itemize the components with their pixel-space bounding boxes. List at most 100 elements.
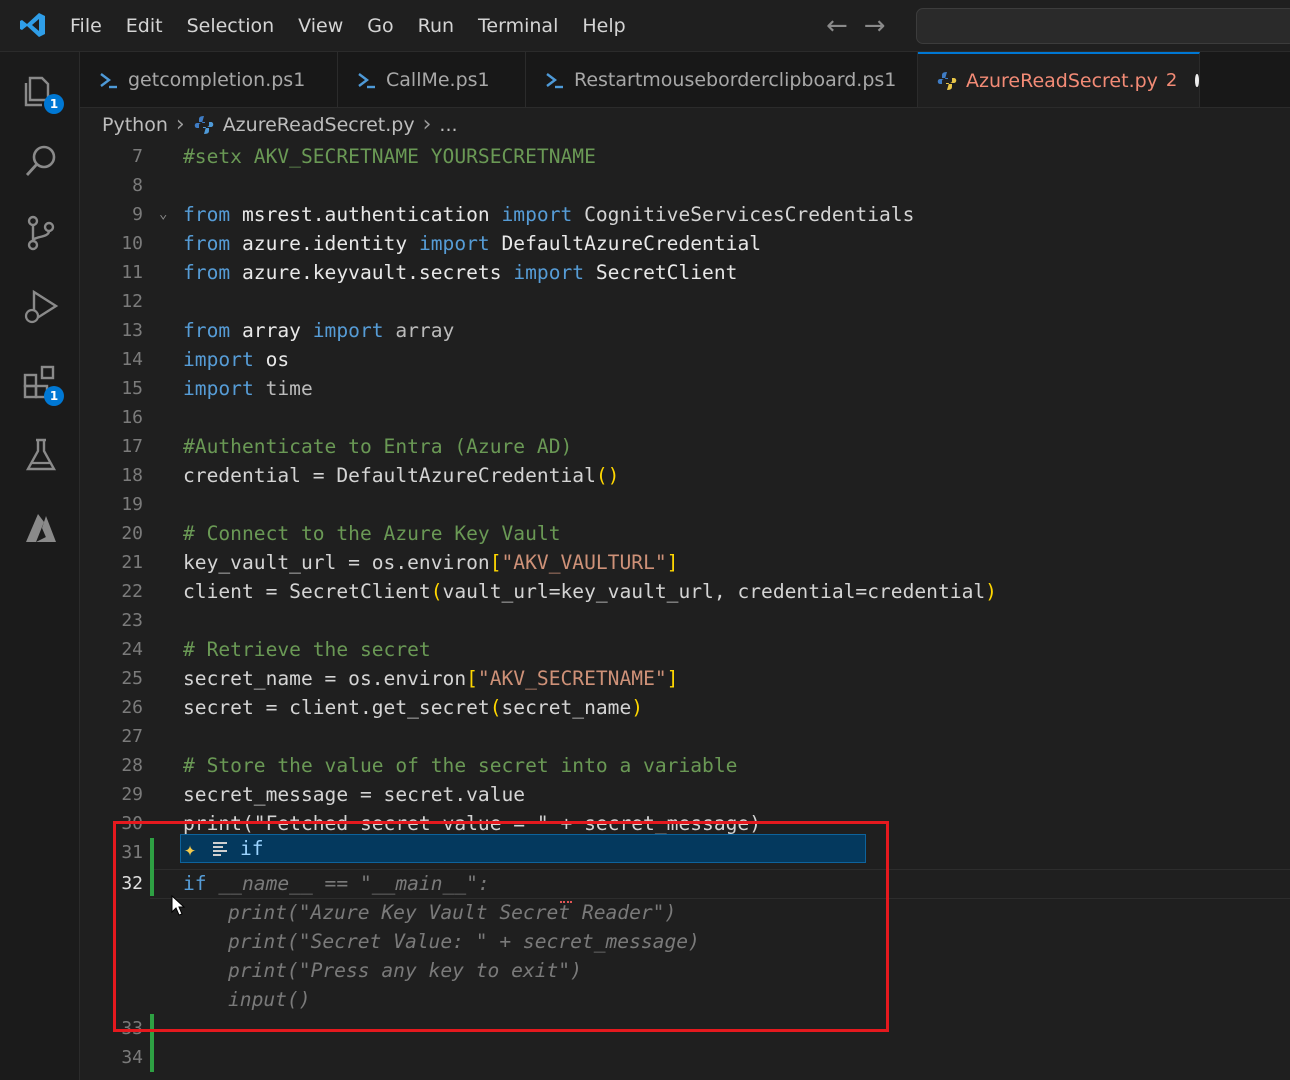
tab-label: Restartmouseborderclipboard.ps1 [574,68,897,91]
menu-file[interactable]: File [58,0,114,52]
code-line: 30 print("Fetched secret value = " + sec… [80,809,1290,834]
python-icon [193,115,215,135]
breadcrumb-file[interactable]: AzureReadSecret.py [223,114,415,136]
extensions-badge: 1 [44,386,64,406]
code-text: import time [183,377,313,400]
code-text: from msrest.authentication import Cognit… [183,203,915,226]
menu-view[interactable]: View [286,0,355,52]
menu-selection[interactable]: Selection [175,0,287,52]
code-text: secret_name = os.environ["AKV_SECRETNAME… [183,667,679,690]
code-line: 18 credential = DefaultAzureCredential() [80,461,1290,490]
breadcrumb: Python › AzureReadSecret.py › ... [80,108,1290,142]
inline-suggestion: print("Press any key to exit") [228,959,582,982]
code-line: print("Azure Key Vault Secret Reader") [80,898,1290,927]
line-number: 8 [132,175,143,196]
line-number: 19 [121,494,143,515]
explorer-icon[interactable]: 1 [20,70,64,114]
line-number: 11 [121,262,143,283]
run-debug-icon[interactable] [20,286,62,328]
menu-edit[interactable]: Edit [114,0,175,52]
code-text: #Authenticate to Entra (Azure AD) [183,435,573,458]
code-line: 32 if __name__ == "__main__": [80,869,1290,898]
extensions-icon[interactable]: 1 [20,362,64,406]
line-number: 24 [121,639,143,660]
azure-icon[interactable] [20,508,62,550]
line-number: 32 [121,873,143,894]
activity-bar: 1 1 [0,52,80,1080]
inline-suggestion: input() [228,988,311,1011]
breadcrumb-folder[interactable]: Python [102,114,168,136]
code-line: 28 # Store the value of the secret into … [80,751,1290,780]
line-number: 20 [121,523,143,544]
snippet-icon [211,839,233,859]
title-bar: File Edit Selection View Go Run Terminal… [0,0,1290,52]
git-change-marker[interactable] [150,1014,154,1072]
code-line: input() [80,985,1290,1014]
line-number: 29 [121,784,143,805]
python-icon [936,71,958,91]
code-line: 7 #setx AKV_SECRETNAME YOURSECRETNAME [80,142,1290,171]
code-editor[interactable]: 7 #setx AKV_SECRETNAME YOURSECRETNAME 8 … [80,142,1290,1080]
testing-flask-icon[interactable] [20,434,62,476]
code-text: # Connect to the Azure Key Vault [183,522,561,545]
code-text: import os [183,348,290,371]
menu-terminal[interactable]: Terminal [466,0,570,52]
tab-callme[interactable]: CallMe.ps1 [338,52,526,107]
source-control-icon[interactable] [20,212,62,254]
menu-bar: File Edit Selection View Go Run Terminal… [58,0,638,52]
mouse-cursor-icon [171,895,186,916]
line-number: 7 [132,146,143,167]
code-line: 15 import time [80,374,1290,403]
tab-restartmouseborderclipboard[interactable]: Restartmouseborderclipboard.ps1 [526,52,918,107]
code-text: #setx AKV_SECRETNAME YOURSECRETNAME [183,145,596,168]
code-line: 33 [80,1014,1290,1043]
explorer-badge: 1 [44,94,64,114]
powershell-icon [98,70,120,90]
code-text: key_vault_url = os.environ["AKV_VAULTURL… [183,551,679,574]
code-line: 16 [80,403,1290,432]
vscode-logo-icon [18,10,48,40]
line-number: 9 [132,204,143,225]
search-icon[interactable] [20,140,62,182]
editor-tabs: getcompletion.ps1 CallMe.ps1 Restartmous… [80,52,1290,108]
line-number: 17 [121,436,143,457]
line-number: 27 [121,726,143,747]
line-number: 14 [121,349,143,370]
line-number: 30 [121,813,143,834]
code-line: 9 ⌄ from msrest.authentication import Co… [80,200,1290,229]
line-number: 26 [121,697,143,718]
code-text: secret = client.get_secret(secret_name) [183,696,644,719]
tab-getcompletion[interactable]: getcompletion.ps1 [80,52,338,107]
git-change-marker[interactable] [150,838,154,896]
sparkle-icon: ✦ [184,837,197,861]
line-number: 16 [121,407,143,428]
line-number: 28 [121,755,143,776]
menu-go[interactable]: Go [355,0,405,52]
line-number: 13 [121,320,143,341]
back-arrow-icon[interactable]: ← [826,8,848,44]
breadcrumb-symbol[interactable]: ... [439,114,457,136]
tab-label: CallMe.ps1 [386,68,490,91]
suggestion-widget[interactable]: ✦ if [180,834,866,863]
tab-label: getcompletion.ps1 [128,68,306,91]
code-line: 20 # Connect to the Azure Key Vault [80,519,1290,548]
unsaved-dot-icon[interactable] [1195,74,1199,87]
line-number: 25 [121,668,143,689]
line-number: 34 [121,1047,143,1068]
tab-azurereadsecret[interactable]: AzureReadSecret.py 2 [918,52,1200,107]
forward-arrow-icon[interactable]: → [864,8,886,44]
inline-suggestion: __name__ == "__main__": [206,872,490,895]
code-text: from array import array [183,319,455,342]
code-line: 27 [80,722,1290,751]
code-line: 14 import os [80,345,1290,374]
powershell-icon [356,70,378,90]
menu-run[interactable]: Run [406,0,466,52]
code-line: 23 [80,606,1290,635]
code-line: 25 secret_name = os.environ["AKV_SECRETN… [80,664,1290,693]
fold-chevron-icon[interactable]: ⌄ [159,200,167,229]
menu-help[interactable]: Help [570,0,637,52]
problems-count-badge: 2 [1165,70,1178,91]
code-text: from azure.keyvault.secrets import Secre… [183,261,738,284]
suggestion-item-if[interactable]: if [240,835,264,862]
command-center-search[interactable] [916,8,1290,44]
